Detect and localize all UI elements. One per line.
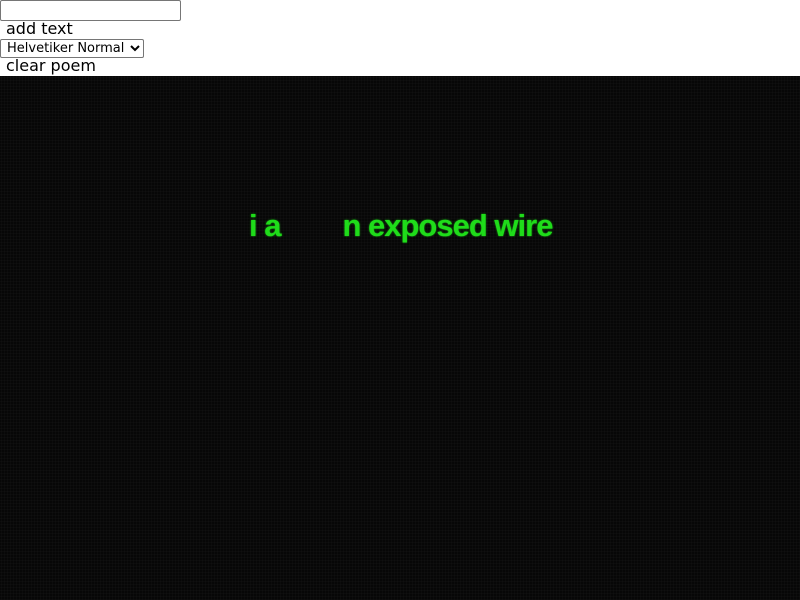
clear-poem-button[interactable]: clear poem	[0, 57, 102, 75]
add-text-button[interactable]: add text	[0, 20, 79, 38]
poem-text: i a n exposed wire	[249, 207, 553, 245]
controls-panel: add text Helvetiker Normal clear poem	[0, 0, 800, 76]
text-input[interactable]	[0, 0, 181, 21]
poem-text-right: n exposed wire	[342, 208, 553, 243]
poem-canvas[interactable]: i a n exposed wire	[0, 76, 800, 600]
poem-text-left: i a	[249, 208, 281, 243]
